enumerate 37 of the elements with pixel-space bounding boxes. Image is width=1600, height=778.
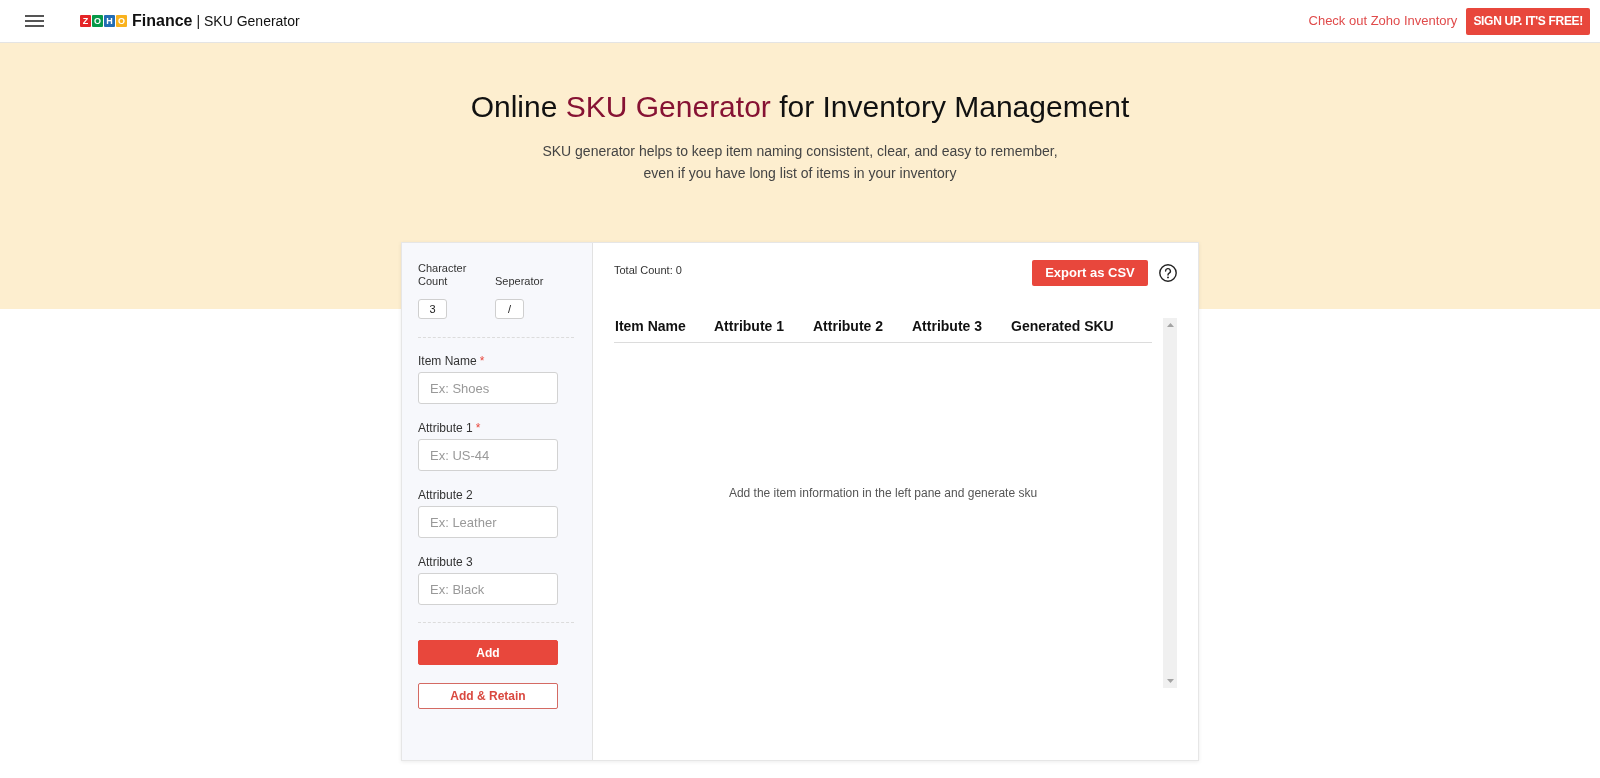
brand-name: Finance xyxy=(132,11,193,31)
export-button[interactable]: Export as CSV xyxy=(1032,260,1148,286)
app-title: | SKU Generator xyxy=(196,11,300,31)
menu-icon[interactable] xyxy=(25,15,44,27)
setting-label: Character Count xyxy=(418,262,468,288)
logo-tile: Z xyxy=(80,15,91,27)
scroll-up-icon[interactable] xyxy=(1166,323,1174,327)
setting-input[interactable]: / xyxy=(495,299,524,319)
total-count: Total Count: 0 xyxy=(614,263,682,277)
field-label: Attribute 3 xyxy=(418,555,474,569)
empty-table-message: Add the item information in the left pane and generate sku xyxy=(727,486,1039,500)
text-input[interactable]: Ex: Leather xyxy=(418,506,558,538)
signup-button[interactable]: SIGN UP. IT'S FREE! xyxy=(1466,7,1590,35)
logo-tile: H xyxy=(104,15,115,27)
field-label: Item Name * xyxy=(418,354,486,368)
column-header: Attribute 2 xyxy=(813,318,884,334)
add-button[interactable]: Add xyxy=(418,640,558,665)
setting-input[interactable]: 3 xyxy=(418,299,447,319)
column-header: Attribute 1 xyxy=(714,318,785,334)
logo-tile: O xyxy=(92,15,103,27)
add-retain-button[interactable]: Add & Retain xyxy=(418,683,558,709)
column-header: Attribute 3 xyxy=(912,318,983,334)
scroll-down-icon[interactable] xyxy=(1166,679,1174,683)
page-subtitle: SKU generator helps to keep item naming consistent, clear, and easy to remember, even if you have long list of items in your inventory xyxy=(541,142,1059,183)
text-input[interactable]: Ex: US-44 xyxy=(418,439,558,471)
inventory-link[interactable]: Check out Zoho Inventory xyxy=(1308,11,1458,31)
setting-label: Seperator xyxy=(495,275,544,288)
text-input[interactable]: Ex: Black xyxy=(418,573,558,605)
scrollbar[interactable] xyxy=(1163,318,1177,688)
page-title: Online SKU Generator for Inventory Management xyxy=(469,89,1131,125)
field-label: Attribute 2 xyxy=(418,488,474,502)
column-header: Item Name xyxy=(615,318,687,334)
column-header: Generated SKU xyxy=(1011,318,1115,334)
field-label: Attribute 1 * xyxy=(418,421,482,435)
help-icon[interactable] xyxy=(1159,264,1177,282)
logo-tile: O xyxy=(116,15,127,27)
text-input[interactable]: Ex: Shoes xyxy=(418,372,558,404)
